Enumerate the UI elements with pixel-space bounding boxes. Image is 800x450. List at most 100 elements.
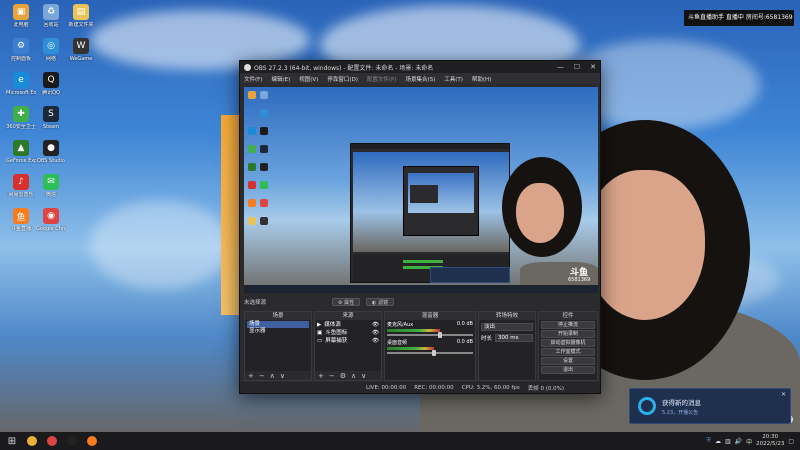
menu-tools[interactable]: 工具(T) [444,75,463,83]
preview-taskbar [244,285,598,293]
eye-icon[interactable]: 👁 [372,337,379,345]
desktop-icon[interactable]: W WeGame [66,38,96,62]
mixer-track: 桌面音频 0.0 dB [387,339,473,356]
mixer-track-name: 麦克风/Aux [387,322,414,328]
start-button[interactable]: ⊞ [4,434,20,448]
desktop-icon[interactable]: S Steam [36,106,66,130]
menu-profile[interactable]: 配置文件(P) [367,75,397,83]
remove-source-button[interactable]: − [329,372,335,380]
preview-icon [260,145,268,153]
taskbar-app-obs[interactable] [64,434,80,448]
preview-icon [260,199,268,207]
desktop-icon[interactable]: ▲ GeForce Experience [6,140,36,164]
desktop-icon[interactable]: ◎ 网络 [36,38,66,62]
taskbar-app-chrome[interactable] [44,434,60,448]
toast-body: 5.23，开播公告 [662,410,699,416]
app-icon: ⚙ [13,38,29,54]
desktop-icon[interactable]: ⚙ 控制面板 [6,38,36,62]
desktop-icon[interactable]: ✉ 微信 [36,174,66,198]
move-up-icon[interactable]: ∧ [351,372,356,380]
desktop-icon[interactable]: ♻ 回收站 [36,4,66,28]
volume-slider-knob[interactable] [438,332,443,338]
app-icon: Q [43,72,59,88]
obs-titlebar[interactable]: OBS 27.2.3 (64-bit, windows) - 配置文件: 未命名… [240,61,600,73]
filters-button[interactable]: ◐ 滤镜 [366,298,395,306]
remove-scene-button[interactable]: − [259,372,265,380]
stop-streaming-button[interactable]: 停止推流 [541,321,595,329]
source-item[interactable]: ▭ 屏幕捕获 👁 [317,337,379,345]
preview-person-face [516,183,564,243]
cpu-usage: CPU: 3.2%, 60.00 fps [461,384,520,391]
move-up-icon[interactable]: ∧ [270,372,275,380]
clock[interactable]: 20:30 2022/5/23 [756,434,784,448]
taskbar-app-file-explorer[interactable] [24,434,40,448]
menu-help[interactable]: 帮助(H) [472,75,491,83]
desktop-icon[interactable]: ▤ 新建文件夹 [66,4,96,28]
source-item[interactable]: ▣ 斗鱼图标 👁 [317,329,379,337]
scene-item[interactable]: 场景 [247,321,309,328]
desktop-icon-label: 腾讯QQ [42,90,60,96]
obs-statusbar: LIVE: 00:00:00 REC: 00:00:00 CPU: 3.2%, … [240,382,600,393]
settings-button[interactable]: 设置 [541,357,595,365]
maximize-button[interactable]: ☐ [574,63,580,71]
desktop-icon-label: 网络 [45,56,56,62]
desktop-icon-label: 控制面板 [10,56,31,62]
scenes-dock: 场景 场景 显示器 + − ∧ ∨ [244,311,312,381]
mixer-dock: 混音器 麦克风/Aux 0.0 dB 桌面音频 0.0 dB [384,311,476,381]
obs-preview[interactable]: 斗鱼 6581369 [244,87,598,293]
virtual-camera-button[interactable]: 启动虚拟摄像机 [541,339,595,347]
start-recording-button[interactable]: 开始录制 [541,330,595,338]
studio-mode-button[interactable]: 工作室模式 [541,348,595,356]
add-scene-button[interactable]: + [248,372,254,380]
desktop-icon[interactable]: ♪ 网易云音乐 [6,174,36,198]
toast-close-button[interactable]: ✕ [781,391,786,398]
ime-indicator[interactable]: 中 [746,437,752,446]
desktop-icon[interactable]: e Microsoft Edge [6,72,36,96]
transition-select[interactable]: 淡出 [481,323,533,331]
scene-item[interactable]: 显示器 [247,328,309,335]
move-down-icon[interactable]: ∨ [280,372,285,380]
desktop-icon[interactable]: ▣ 此电脑 [6,4,36,28]
preview-icon [260,163,268,171]
volume-slider[interactable] [387,332,473,338]
source-settings-icon[interactable]: ⚙ [340,372,346,380]
desktop-icon-label: OBS Studio [37,158,65,164]
desktop-icon[interactable]: ◉ Google Chrome [36,208,66,232]
close-button[interactable]: ✕ [590,63,596,71]
minimize-button[interactable]: — [557,63,564,71]
obs-menubar: 文件(F) 编辑(E) 视图(V) 停靠窗口(D) 配置文件(P) 场景集合(S… [240,73,600,84]
desktop-icon[interactable]: Q 腾讯QQ [36,72,66,96]
notification-center-icon[interactable]: ▢ [788,438,794,445]
shield-icon[interactable]: ⛨ [706,437,711,445]
mixer-track-db: 0.0 dB [456,321,473,327]
app-icon: ✉ [43,174,59,190]
menu-docks[interactable]: 停靠窗口(D) [327,75,358,83]
menu-file[interactable]: 文件(F) [244,75,262,83]
menu-scene-collection[interactable]: 场景集合(S) [405,75,435,83]
desktop-icon[interactable]: ✚ 360安全卫士 [6,106,36,130]
app-icon: ♪ [13,174,29,190]
volume-slider[interactable] [387,350,473,356]
volume-icon[interactable]: 🔊 [735,438,742,445]
notification-toast[interactable]: 获得新的消息 5.23，开播公告 ✕ [629,388,791,424]
menu-view[interactable]: 视图(V) [299,75,318,83]
volume-slider-knob[interactable] [432,350,437,356]
cloud-icon[interactable]: ☁ [715,438,721,445]
exit-button[interactable]: 退出 [541,366,595,374]
desktop-icon[interactable]: 鱼斗鱼直播 [6,208,36,232]
menu-edit[interactable]: 编辑(E) [271,75,290,83]
source-item[interactable]: ▶ 媒体源 👁 [317,321,379,329]
eye-icon[interactable]: 👁 [372,329,379,337]
clock-date: 2022/5/23 [756,441,785,447]
eye-icon[interactable]: 👁 [372,321,379,329]
network-icon[interactable]: ▥ [725,438,731,445]
properties-button[interactable]: ⚙ 属性 [332,298,361,306]
taskbar-app-douyu[interactable] [84,434,100,448]
add-source-button[interactable]: + [318,372,324,380]
desktop-icon-label: Steam [42,124,60,130]
duration-input[interactable]: 300 ms [495,334,533,342]
obs-window[interactable]: OBS 27.2.3 (64-bit, windows) - 配置文件: 未命名… [239,60,601,394]
desktop-icon[interactable]: ● OBS Studio [36,140,66,164]
move-down-icon[interactable]: ∨ [361,372,366,380]
volume-meter [387,329,441,332]
